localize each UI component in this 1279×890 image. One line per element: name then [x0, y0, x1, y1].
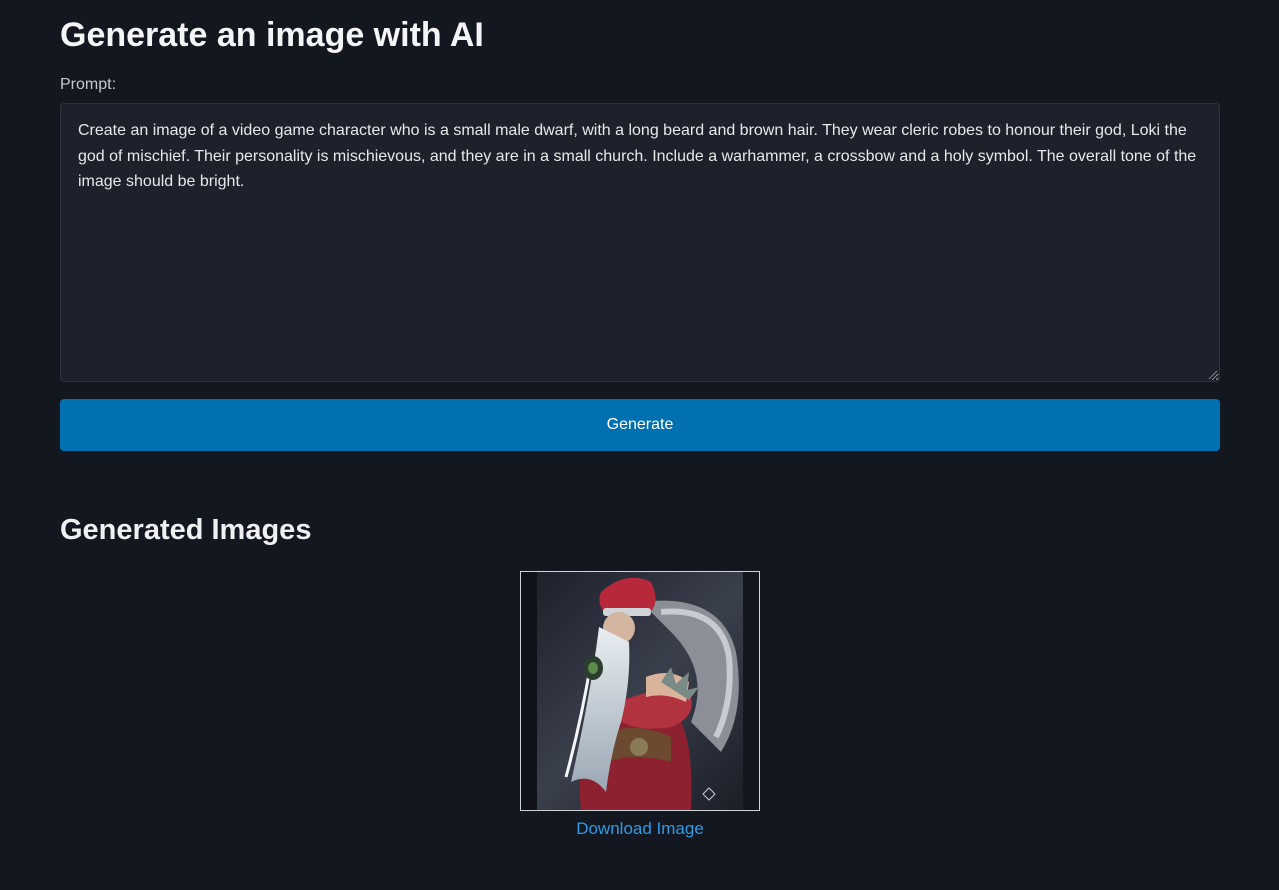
generated-images-heading: Generated Images: [60, 514, 312, 546]
generated-image-card: Download Image: [520, 571, 760, 839]
download-image-link[interactable]: Download Image: [576, 819, 704, 839]
page-title: Generate an image with AI: [60, 16, 484, 54]
prompt-label: Prompt:: [60, 76, 117, 93]
generated-image[interactable]: [520, 571, 760, 811]
generate-button[interactable]: Generate: [60, 399, 1220, 451]
resize-grip-icon[interactable]: [1206, 368, 1218, 380]
prompt-textarea[interactable]: [60, 103, 1220, 382]
dwarf-portrait-image: [521, 572, 759, 810]
